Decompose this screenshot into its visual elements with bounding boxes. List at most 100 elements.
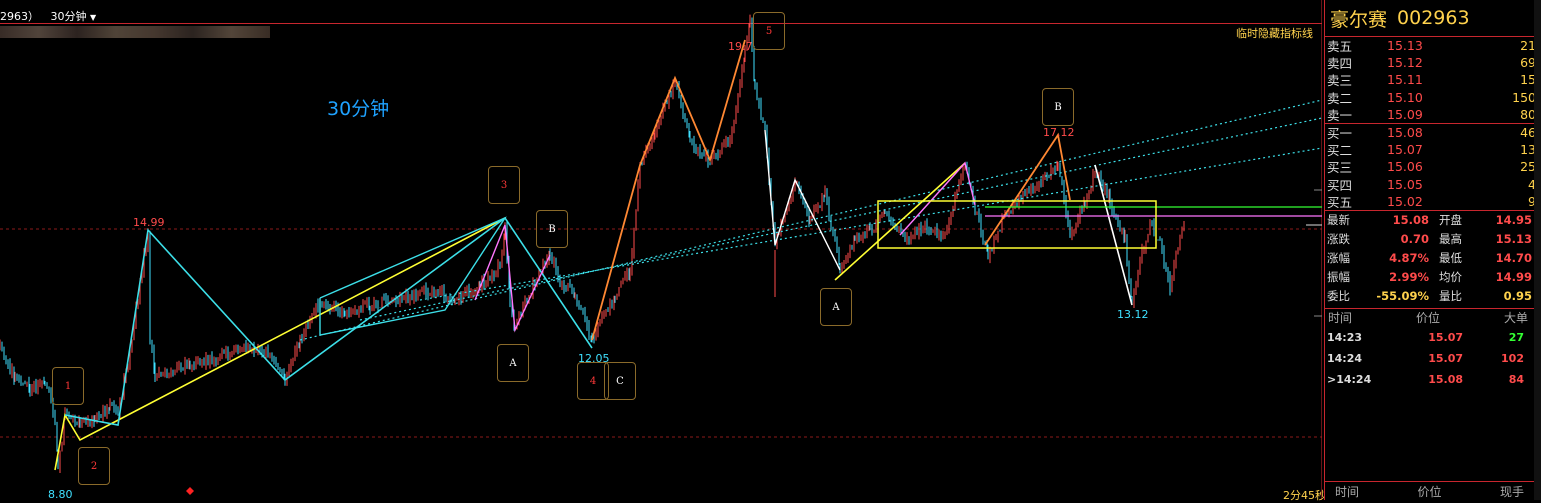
buys-price: 15.02	[1387, 193, 1423, 209]
wave-channel-cyan	[319, 216, 507, 336]
wave-line-yellow	[54, 217, 506, 471]
sells-row[interactable]: 卖二 15.10 150	[1325, 89, 1541, 106]
tick-time: >14:24	[1327, 372, 1372, 386]
tick-row[interactable]: >14:24 15.08 84	[1325, 369, 1541, 390]
wave-marker-2: 2	[78, 447, 110, 485]
sells-volume: 80	[1520, 106, 1536, 122]
quote-label-2: 量比	[1439, 289, 1462, 304]
quote-value-2: 14.99	[1495, 270, 1532, 285]
scrollbar[interactable]	[1534, 0, 1541, 500]
quote-row: 振幅 2.99% 均价 14.99	[1325, 268, 1541, 287]
quote-value: 4.87%	[1389, 251, 1429, 266]
sells-volume: 150	[1512, 89, 1536, 105]
tick-table-header: 时间 价位 大单	[1325, 307, 1541, 327]
sells-row[interactable]: 卖一 15.09 80	[1325, 106, 1541, 123]
channel-line-upper	[299, 99, 1322, 341]
quote-label: 振幅	[1327, 270, 1350, 285]
quote-grid: 最新 15.08 开盘 14.95 涨跌 0.70 最高 15.13 涨幅 4.87% 最低 14.7…	[1325, 211, 1541, 306]
quote-row: 最新 15.08 开盘 14.95	[1325, 211, 1541, 230]
wave-marker-b: B	[536, 210, 568, 248]
quote-value: 2.99%	[1389, 270, 1429, 285]
countdown-timer: 2分45秒	[1283, 489, 1326, 502]
period-label: 30分钟	[327, 98, 390, 120]
sell-orders: 卖五 15.13 21 卖四 15.12 69 卖三 15.11 15 卖二 15.10 150 卖一 1…	[1325, 37, 1541, 123]
sells-label: 卖三	[1327, 73, 1353, 89]
quote-value-2: 0.95	[1503, 289, 1532, 304]
wave-marker-c: C	[604, 362, 636, 400]
sells-label: 卖四	[1327, 56, 1353, 72]
quote-label: 涨幅	[1327, 251, 1350, 266]
kline-chart[interactable]	[0, 0, 1322, 500]
sells-price: 15.09	[1387, 106, 1423, 122]
tick-row[interactable]: 14:24 15.07 102	[1325, 348, 1541, 369]
price-label-low-1205: 12.05	[578, 352, 610, 365]
stock-code-fragment: 2963）	[0, 10, 39, 23]
buys-volume: 4	[1528, 176, 1536, 192]
quote-label-2: 最低	[1439, 251, 1462, 266]
stock-code: 002963	[1397, 7, 1470, 29]
buys-price: 15.05	[1387, 176, 1423, 192]
wave-marker-b2: B	[1042, 88, 1074, 126]
buys-label: 买一	[1327, 126, 1353, 142]
price-label-low-1312: 13.12	[1117, 308, 1149, 321]
quote-value: 0.70	[1400, 232, 1429, 247]
quote-value-2: 14.95	[1495, 213, 1532, 228]
buys-row[interactable]: 买三 15.06 25	[1325, 158, 1541, 175]
quote-value: -55.09%	[1376, 289, 1429, 304]
tick-time: 14:23	[1327, 330, 1363, 344]
price-label-low-start: 8.80	[48, 488, 73, 501]
sells-volume: 15	[1520, 72, 1536, 88]
sells-price: 15.11	[1387, 72, 1423, 88]
stock-title: 豪尔赛 002963	[1325, 0, 1541, 37]
buys-volume: 25	[1520, 159, 1536, 175]
tick-price: 15.07	[1428, 330, 1463, 344]
chevron-down-icon: ▼	[90, 13, 97, 22]
tick-price: 15.07	[1428, 351, 1463, 365]
quote-label-2: 均价	[1439, 270, 1462, 285]
tick-volume: 27	[1508, 330, 1524, 344]
sells-row[interactable]: 卖三 15.11 15	[1325, 71, 1541, 88]
buys-row[interactable]: 买一 15.08 46	[1325, 124, 1541, 141]
buys-label: 买五	[1327, 194, 1353, 210]
wave-line-orange	[591, 39, 746, 341]
buys-row[interactable]: 买四 15.05 4	[1325, 176, 1541, 193]
quote-label: 委比	[1327, 289, 1350, 304]
tick-volume: 102	[1501, 351, 1524, 365]
wave-marker-a2: A	[820, 288, 852, 326]
wave-marker-1: 1	[52, 367, 84, 405]
diamond-icon	[186, 487, 194, 495]
buys-label: 买二	[1327, 143, 1353, 159]
buys-row[interactable]: 买五 15.02 9	[1325, 193, 1541, 210]
tick-time: 14:24	[1327, 351, 1363, 365]
quote-value-2: 14.70	[1495, 251, 1532, 266]
quote-label-2: 开盘	[1439, 213, 1462, 228]
tick-row[interactable]: 14:23 15.07 27	[1325, 327, 1541, 348]
tick-volume: 84	[1508, 372, 1524, 386]
price-label-high: 14.99	[133, 216, 165, 229]
hide-indicator-button[interactable]: 临时隐藏指标线	[1236, 25, 1313, 41]
wave-marker-5: 5	[753, 12, 785, 50]
period-selector[interactable]: 30分钟 ▼	[51, 10, 97, 23]
quote-value: 15.08	[1392, 213, 1429, 228]
quote-value-2: 15.13	[1495, 232, 1532, 247]
price-label-peak: 19.7	[728, 40, 753, 53]
wave-annotation-lines	[54, 39, 1322, 471]
buys-row[interactable]: 买二 15.07 13	[1325, 141, 1541, 158]
wave-line-yellow-2	[834, 162, 966, 281]
wave-marker-a: A	[497, 344, 529, 382]
sells-row[interactable]: 卖五 15.13 21	[1325, 37, 1541, 54]
buys-price: 15.07	[1387, 142, 1423, 158]
stock-name: 豪尔赛	[1330, 8, 1388, 31]
tick-price: 15.08	[1428, 372, 1463, 386]
sells-price: 15.10	[1387, 89, 1423, 105]
wave-line-white-2	[1094, 164, 1133, 306]
sells-label: 卖五	[1327, 39, 1353, 55]
sells-volume: 21	[1520, 38, 1536, 54]
tick-table[interactable]: 14:23 15.07 27 14:24 15.07 102 >14:24 15.08 84	[1325, 327, 1541, 390]
sells-row[interactable]: 卖四 15.12 69	[1325, 54, 1541, 71]
buy-orders: 买一 15.08 46 买二 15.07 13 买三 15.06 25 买四 15.05 4 买五 15.…	[1325, 124, 1541, 210]
sells-price: 15.12	[1387, 55, 1423, 71]
sells-volume: 69	[1520, 55, 1536, 71]
quote-label-2: 最高	[1439, 232, 1462, 247]
quote-row: 涨跌 0.70 最高 15.13	[1325, 230, 1541, 249]
